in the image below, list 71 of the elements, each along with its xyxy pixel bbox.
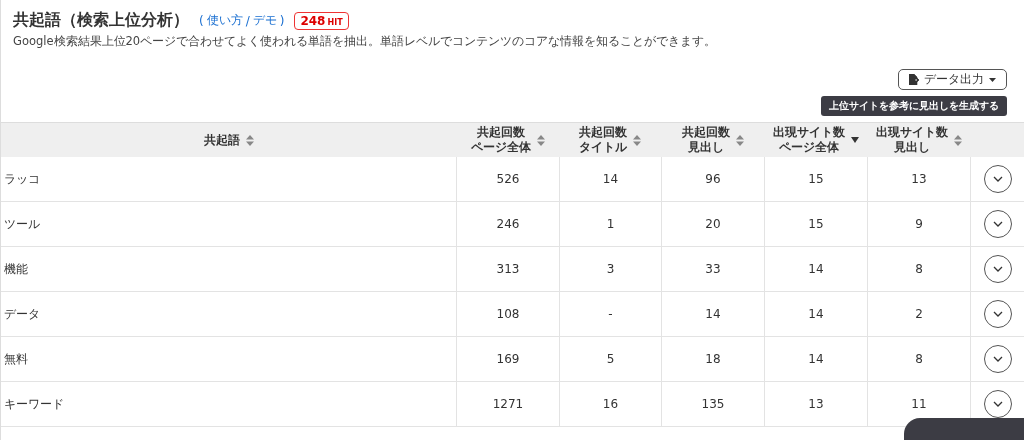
link-separator: / bbox=[245, 13, 250, 28]
expand-button[interactable] bbox=[983, 345, 1012, 373]
table-cell: ツール bbox=[1, 202, 456, 247]
help-link[interactable]: 使い方 bbox=[206, 12, 243, 29]
sort-icon[interactable] bbox=[953, 134, 962, 146]
expand-button[interactable] bbox=[983, 390, 1012, 418]
table-cell: - bbox=[559, 292, 661, 337]
expand-button[interactable] bbox=[983, 255, 1012, 283]
table-cell: 14 bbox=[764, 337, 867, 382]
sort-icon[interactable] bbox=[536, 134, 545, 146]
help-link[interactable]: デモ bbox=[252, 12, 277, 29]
table-cell: 2 bbox=[867, 292, 970, 337]
table-cell: 無料 bbox=[1, 337, 456, 382]
paren-close: ) bbox=[279, 13, 285, 28]
expand-button[interactable] bbox=[983, 210, 1012, 238]
column-header[interactable]: 出現サイト数 見出し bbox=[867, 122, 970, 157]
chevron-down-icon bbox=[992, 176, 1003, 182]
table-cell: 135 bbox=[661, 382, 764, 427]
table-cell: 13 bbox=[867, 157, 970, 202]
sort-icon[interactable] bbox=[735, 134, 744, 146]
table-cell: 313 bbox=[456, 247, 559, 292]
hit-count-badge: 248 HIT bbox=[294, 11, 349, 30]
table-cell: 20 bbox=[661, 202, 764, 247]
table-cell: 18 bbox=[661, 337, 764, 382]
table-cell: 16 bbox=[559, 382, 661, 427]
table-cell: 14 bbox=[764, 292, 867, 337]
table-cell: 15 bbox=[764, 202, 867, 247]
table-cell: 169 bbox=[456, 337, 559, 382]
table-cell: 5 bbox=[559, 337, 661, 382]
table-cell: 14 bbox=[559, 157, 661, 202]
table-cell: 14 bbox=[661, 292, 764, 337]
table-cell: キーワード bbox=[1, 382, 456, 427]
table-cell: 246 bbox=[456, 202, 559, 247]
description: Google検索結果上位20ページで合わせてよく使われる単語を抽出。単語レベルでコンテンツのコアな情報を知ることができます。 bbox=[13, 34, 718, 49]
page-title: 共起語（検索上位分析） bbox=[13, 10, 189, 31]
table-cell: 1 bbox=[559, 202, 661, 247]
sort-icon[interactable] bbox=[245, 134, 254, 146]
table-cell: 33 bbox=[661, 247, 764, 292]
expand-button[interactable] bbox=[983, 165, 1012, 193]
chevron-down-icon bbox=[992, 266, 1003, 272]
generate-headings-button[interactable]: 上位サイトを参考に見出しを生成する bbox=[821, 96, 1007, 116]
table-cell: 8 bbox=[867, 337, 970, 382]
chevron-down-icon bbox=[992, 401, 1003, 407]
table-cell: 108 bbox=[456, 292, 559, 337]
table-cell: 3 bbox=[559, 247, 661, 292]
caret-icon bbox=[989, 77, 996, 82]
column-header[interactable]: 共起回数 タイトル bbox=[559, 122, 661, 157]
table-cell: 526 bbox=[456, 157, 559, 202]
table-cell: 9 bbox=[867, 202, 970, 247]
export-button[interactable]: データ出力 bbox=[898, 69, 1007, 90]
table-cell: 機能 bbox=[1, 247, 456, 292]
file-export-icon bbox=[909, 74, 919, 85]
chevron-down-icon bbox=[992, 311, 1003, 317]
table-cell: 1271 bbox=[456, 382, 559, 427]
table-cell: 96 bbox=[661, 157, 764, 202]
table-cell: 8 bbox=[867, 247, 970, 292]
column-header[interactable]: 共起語 bbox=[1, 122, 456, 157]
chevron-down-icon bbox=[992, 221, 1003, 227]
chevron-down-icon bbox=[992, 356, 1003, 362]
sort-icon[interactable] bbox=[633, 134, 641, 146]
column-header[interactable]: 共起回数 ページ全体 bbox=[456, 122, 559, 157]
table-cell: 14 bbox=[764, 247, 867, 292]
table-cell: ラッコ bbox=[1, 157, 456, 202]
column-header[interactable]: 共起回数 見出し bbox=[661, 122, 764, 157]
table-cell: 15 bbox=[764, 157, 867, 202]
sort-descending-icon[interactable] bbox=[850, 137, 859, 143]
column-header[interactable]: 出現サイト数 ページ全体 bbox=[764, 122, 867, 157]
table-cell: 13 bbox=[764, 382, 867, 427]
paren-open: ( bbox=[199, 13, 204, 28]
table-cell: データ bbox=[1, 292, 456, 337]
expand-button[interactable] bbox=[983, 300, 1012, 328]
